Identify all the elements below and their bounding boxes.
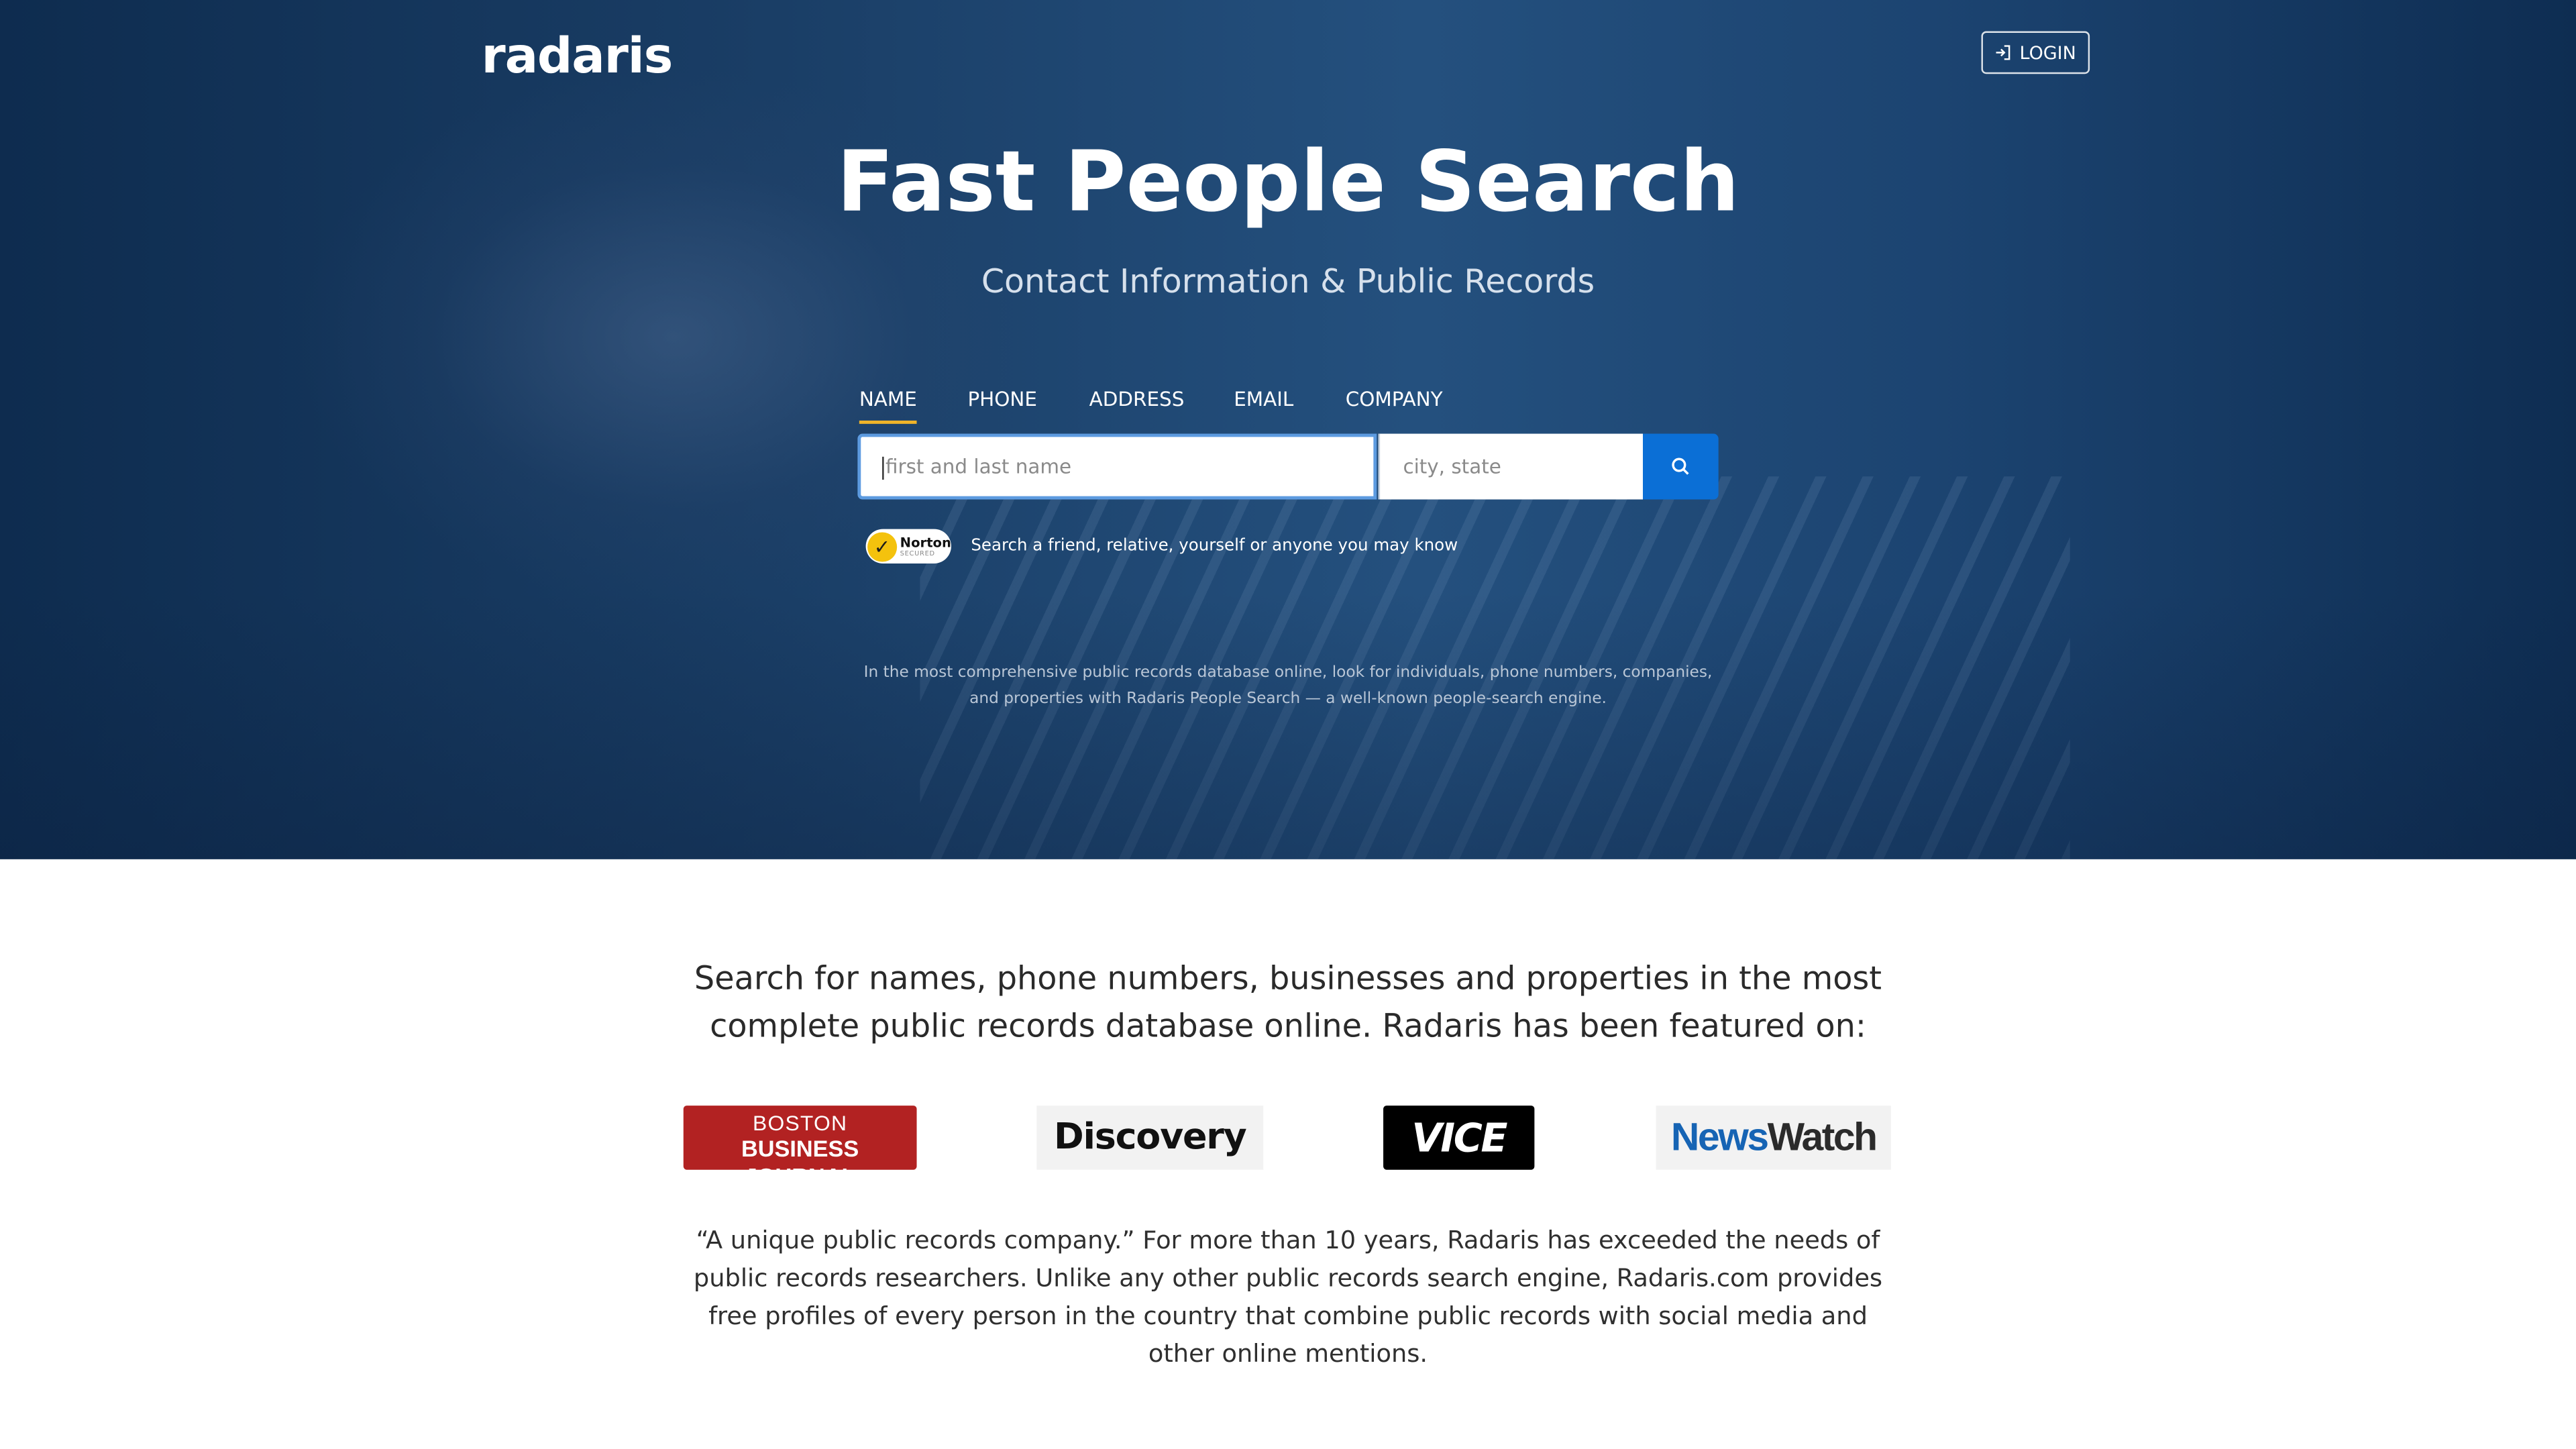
checkmark-icon: ✓ <box>867 531 897 561</box>
boston-business-journal-logo[interactable]: BOSTON BUSINESS JOURNAL <box>683 1106 917 1189</box>
tab-name[interactable]: NAME <box>859 388 917 424</box>
location-search-input[interactable]: city, state <box>1378 433 1643 500</box>
norton-secured-badge: ✓ Norton SECURED <box>865 529 951 564</box>
vice-label: VICE <box>1411 1114 1507 1161</box>
bbj-line1: BOSTON <box>753 1110 848 1136</box>
search-icon <box>1672 458 1689 475</box>
login-button[interactable]: LOGIN <box>1981 31 2090 74</box>
newswatch-part2: Watch <box>1767 1114 1878 1159</box>
login-label: LOGIN <box>2019 42 2076 64</box>
hero-background-gradient <box>0 591 2576 859</box>
newswatch-part1: News <box>1670 1114 1769 1159</box>
newswatch-logo[interactable]: News Watch <box>1656 1106 1891 1170</box>
norton-secured-label: SECURED <box>900 547 935 556</box>
discovery-logo[interactable]: Discovery <box>1036 1106 1264 1170</box>
text-caret <box>882 455 884 479</box>
page-title: Fast People Search <box>837 134 1739 232</box>
tab-phone[interactable]: PHONE <box>967 388 1037 421</box>
norton-label: Norton <box>900 535 951 550</box>
search-form: first and last name city, state <box>857 433 1719 500</box>
login-icon <box>1996 45 2011 60</box>
radaris-logo[interactable]: radaris <box>482 28 674 86</box>
name-placeholder: first and last name <box>885 455 1072 478</box>
search-button[interactable] <box>1643 433 1719 500</box>
featured-intro: Search for names, phone numbers, busines… <box>694 959 1882 1045</box>
hero-banner: radaris LOGIN Fast People Search Contact… <box>0 0 2576 859</box>
discovery-label: Discovery <box>1053 1117 1247 1159</box>
vice-logo[interactable]: VICE <box>1383 1106 1535 1170</box>
page-subtitle: Contact Information & Public Records <box>981 261 1595 301</box>
location-placeholder: city, state <box>1403 455 1501 478</box>
tab-company[interactable]: COMPANY <box>1346 388 1443 421</box>
hero-description: In the most comprehensive public records… <box>863 663 1713 708</box>
tab-email[interactable]: EMAIL <box>1234 388 1293 421</box>
tab-address[interactable]: ADDRESS <box>1089 388 1185 421</box>
name-search-input[interactable]: first and last name <box>857 433 1377 500</box>
bbj-line2: BUSINESS JOURNAL <box>741 1135 859 1190</box>
search-hint: Search a friend, relative, yourself or a… <box>971 537 1458 555</box>
about-quote: “A unique public records company.” For m… <box>693 1225 1883 1369</box>
